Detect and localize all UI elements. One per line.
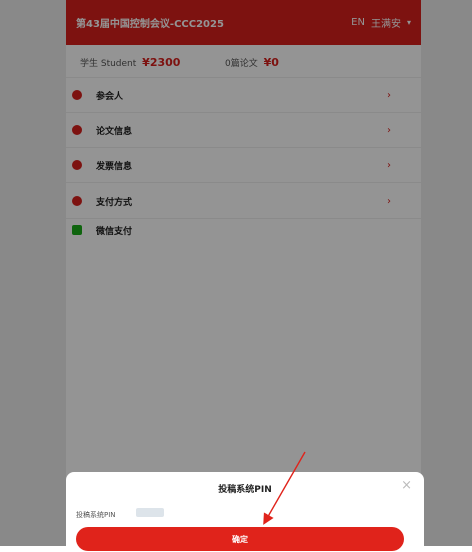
close-icon[interactable]: × [401,478,412,493]
pin-field-label: 投稿系统PIN [76,511,116,519]
modal-overlay[interactable] [0,0,472,546]
pin-value-redacted [136,508,164,517]
confirm-button[interactable]: 确定 [76,527,404,551]
pin-dialog: 投稿系统PIN × 投稿系统PIN 确定 [66,472,424,552]
dialog-title: 投稿系统PIN [218,485,272,495]
